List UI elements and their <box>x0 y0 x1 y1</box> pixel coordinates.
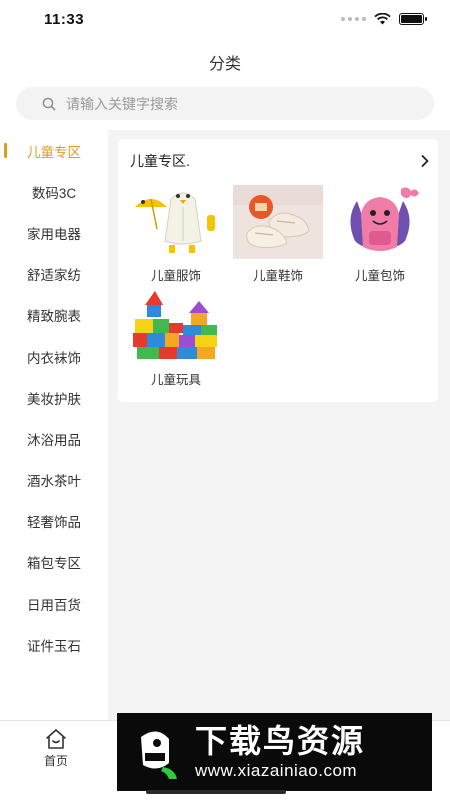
status-bar: 11:33 <box>0 0 450 40</box>
sidebar-item-bedding[interactable]: 舒适家纺 <box>0 254 108 295</box>
chevron-right-icon[interactable] <box>420 154 430 168</box>
sidebar-item-label: 儿童专区 <box>27 144 81 160</box>
sidebar-item-jade[interactable]: 证件玉石 <box>0 624 108 665</box>
sidebar-item-drinks-tea[interactable]: 酒水茶叶 <box>0 460 108 501</box>
sidebar-item-label: 舒适家纺 <box>27 268 81 284</box>
card-header[interactable]: 儿童专区. <box>130 150 430 172</box>
watermark-url: www.xiazainiao.com <box>195 761 358 780</box>
battery-icon <box>399 13 427 25</box>
signal-icon <box>341 17 366 21</box>
sidebar-item-label: 沐浴用品 <box>27 432 81 448</box>
sidebar-item-label: 证件玉石 <box>27 638 81 654</box>
sidebar-item-bath[interactable]: 沐浴用品 <box>0 418 108 459</box>
watermark-banner: 下载鸟资源 www.xiazainiao.com <box>117 713 432 791</box>
sidebar-item-label: 精致腕表 <box>27 309 81 325</box>
subcategory-kids-clothing[interactable]: 儿童服饰 <box>130 185 222 284</box>
subcategory-label: 儿童鞋饰 <box>252 269 303 283</box>
kids-shoes-image <box>233 185 323 259</box>
bird-logo-icon <box>123 719 189 785</box>
sidebar-item-label: 轻奢饰品 <box>27 515 81 531</box>
category-card: 儿童专区. 儿童服饰 儿童鞋饰 儿童包饰 儿童玩具 <box>118 139 438 402</box>
butterfly-backpack-image <box>335 185 425 259</box>
sidebar-item-kids-zone[interactable]: 儿童专区 <box>0 130 108 171</box>
tab-home[interactable]: 首页 <box>26 728 86 769</box>
subcategory-kids-shoes[interactable]: 儿童鞋饰 <box>232 185 324 284</box>
sidebar-item-bags[interactable]: 箱包专区 <box>0 542 108 583</box>
home-indicator <box>146 790 286 794</box>
watermark-title: 下载鸟资源 <box>195 723 366 759</box>
subcategory-label: 儿童包饰 <box>354 269 405 283</box>
category-sidebar: 儿童专区 数码3C 家用电器 舒适家纺 精致腕表 内衣袜饰 美妆护肤 沐浴用品 … <box>0 130 108 720</box>
sidebar-item-jewelry[interactable]: 轻奢饰品 <box>0 501 108 542</box>
status-icons <box>341 13 427 25</box>
page-title: 分类 <box>208 56 241 73</box>
sidebar-item-label: 日用百货 <box>27 597 81 613</box>
sidebar-item-beauty[interactable]: 美妆护肤 <box>0 377 108 418</box>
sidebar-item-label: 酒水茶叶 <box>27 474 81 490</box>
sidebar-item-daily-goods[interactable]: 日用百货 <box>0 583 108 624</box>
building-blocks-image <box>131 289 221 363</box>
sidebar-item-underwear[interactable]: 内衣袜饰 <box>0 336 108 377</box>
category-content: 儿童专区. 儿童服饰 儿童鞋饰 儿童包饰 儿童玩具 <box>108 130 450 720</box>
sidebar-item-label: 美妆护肤 <box>27 391 81 407</box>
sidebar-item-watches[interactable]: 精致腕表 <box>0 295 108 336</box>
subcategory-label: 儿童玩具 <box>150 373 201 387</box>
sidebar-item-digital-3c[interactable]: 数码3C <box>0 171 108 212</box>
home-icon <box>46 729 66 749</box>
sidebar-item-label: 内衣袜饰 <box>27 350 81 366</box>
wifi-icon <box>374 13 391 25</box>
subcategory-kids-bags[interactable]: 儿童包饰 <box>334 185 426 284</box>
subcategory-kids-toys[interactable]: 儿童玩具 <box>130 289 222 388</box>
search-input[interactable] <box>66 95 396 112</box>
card-title: 儿童专区. <box>130 153 190 169</box>
raincoat-image <box>131 185 221 259</box>
status-time: 11:33 <box>44 11 85 28</box>
sidebar-item-label: 家用电器 <box>27 226 81 242</box>
search-icon <box>42 97 56 110</box>
search-bar[interactable] <box>16 87 434 120</box>
sidebar-item-home-appliances[interactable]: 家用电器 <box>0 212 108 253</box>
subcategory-label: 儿童服饰 <box>150 269 201 283</box>
tab-home-label: 首页 <box>43 754 68 768</box>
sidebar-item-label: 箱包专区 <box>27 556 81 572</box>
sidebar-item-label: 数码3C <box>31 185 77 201</box>
